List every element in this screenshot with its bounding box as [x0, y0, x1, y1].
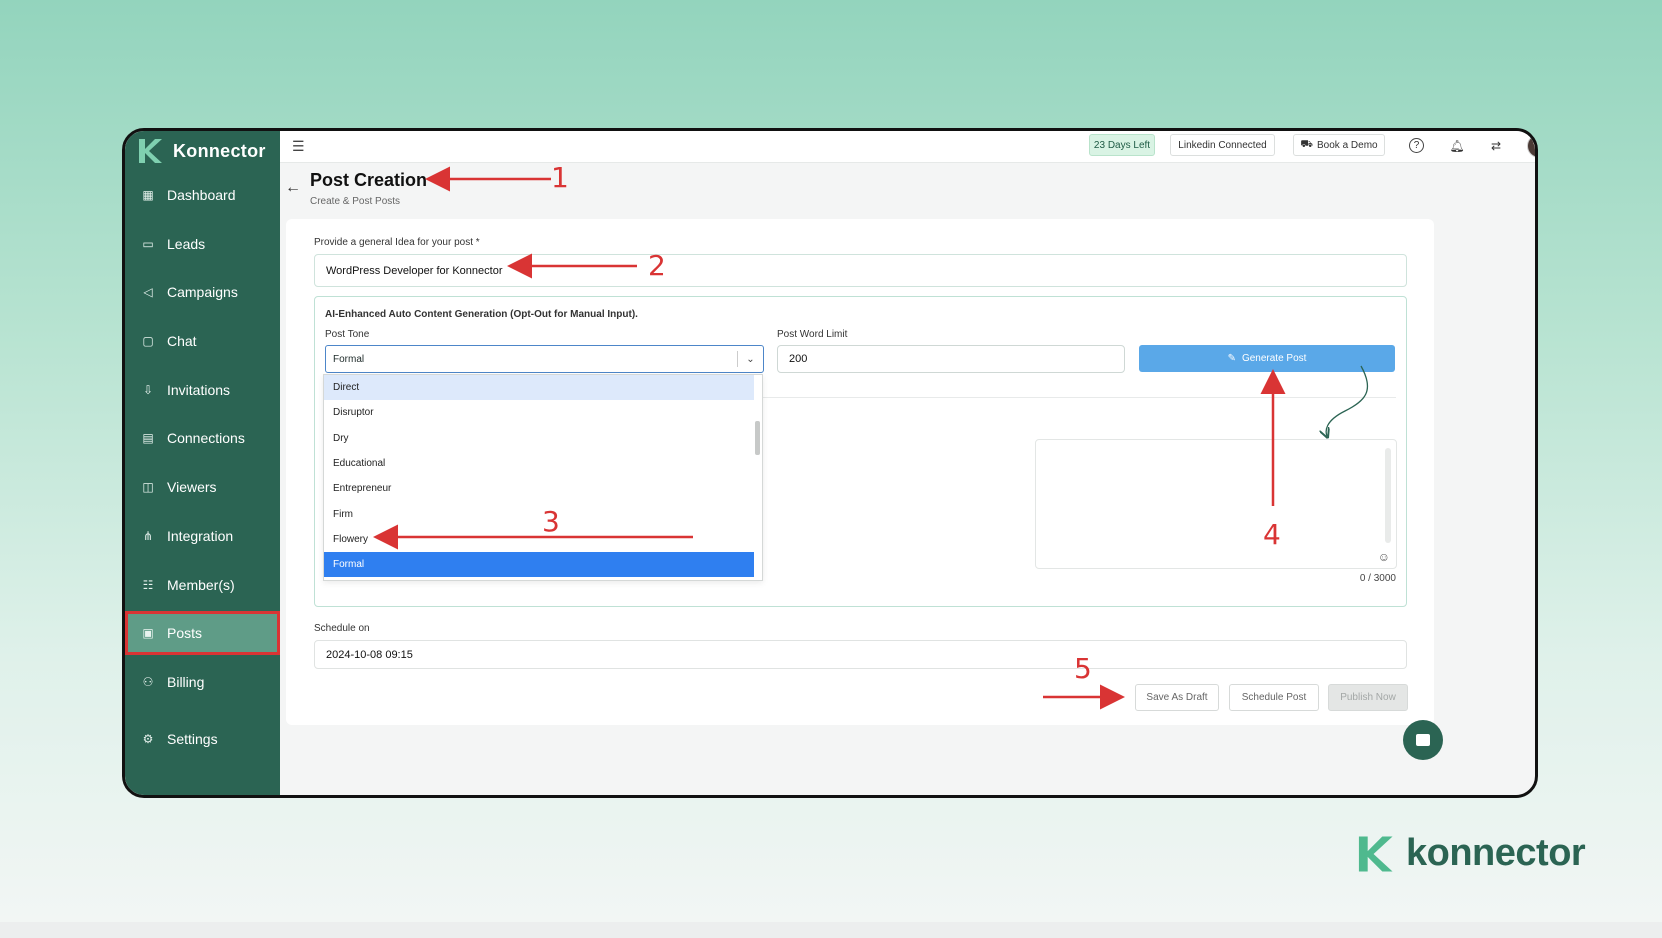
annotation-number-1: 1 — [551, 161, 569, 194]
annotation-number-4: 4 — [1263, 518, 1281, 551]
annotation-arrows — [373, 166, 1369, 710]
annotation-number-3: 3 — [542, 505, 560, 538]
logo-text: konnector — [1406, 832, 1586, 874]
hint-curve-arrow — [1326, 365, 1369, 436]
konnector-brand-logo: konnector — [1356, 832, 1586, 875]
app-window: Konnector ▦ Dashboard ▭ Leads ◁ Campaigns ▢ Cha… — [122, 128, 1538, 798]
annotation-number-2: 2 — [648, 249, 666, 282]
konnector-logo-icon — [1358, 835, 1393, 872]
bottom-strip — [0, 922, 1662, 938]
annotation-number-5: 5 — [1074, 652, 1092, 685]
